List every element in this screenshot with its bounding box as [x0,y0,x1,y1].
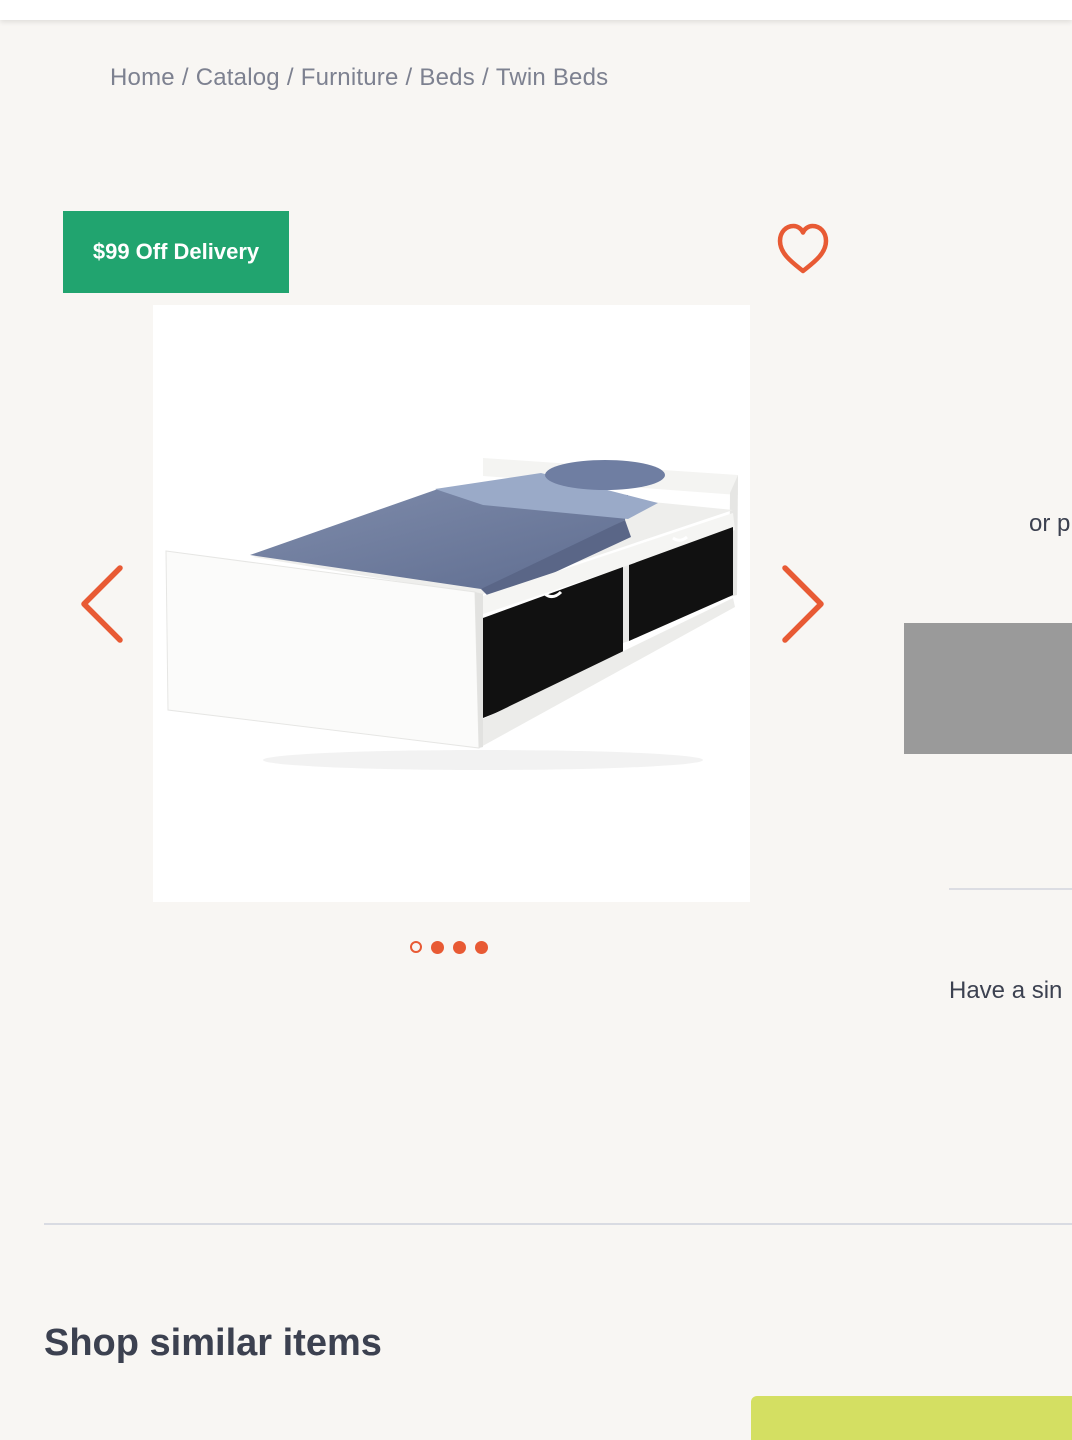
favorite-button[interactable] [772,218,834,278]
carousel-dot-2[interactable] [431,940,444,954]
breadcrumb-catalog[interactable]: Catalog [196,64,280,91]
side-or-text: or p [1029,510,1071,537]
breadcrumb-beds[interactable]: Beds [419,64,475,91]
product-image[interactable] [153,305,750,902]
carousel-dot-3[interactable] [453,940,466,954]
breadcrumb-separator: / [286,64,294,91]
breadcrumb: Home / Catalog / Furniture / Beds / Twin Beds [110,64,608,92]
promo-badge: $99 Off Delivery [63,211,289,293]
breadcrumb-separator: / [181,64,189,91]
chevron-right-icon [782,565,824,643]
product-page: Home / Catalog / Furniture / Beds / Twin Beds $9… [0,0,1072,1440]
similar-item-card[interactable] [751,1396,1072,1440]
carousel-pagination [410,938,488,956]
header-bar-edge [0,0,1072,20]
twin-bed-illustration [165,458,738,770]
breadcrumb-twin-beds[interactable]: Twin Beds [496,64,609,91]
carousel-prev-button[interactable] [73,562,133,646]
breadcrumb-furniture[interactable]: Furniture [301,64,399,91]
side-button-placeholder[interactable] [904,623,1072,754]
heart-outline-icon [777,223,829,274]
carousel-dot-4[interactable] [475,940,488,954]
carousel-dot-1[interactable] [410,941,422,953]
section-divider [44,1223,1072,1225]
side-divider [949,888,1072,890]
chevron-left-icon [81,565,123,643]
similar-items-title: Shop similar items [44,1322,382,1364]
breadcrumb-home[interactable]: Home [110,64,175,91]
breadcrumb-separator: / [481,64,489,91]
side-have-text: Have a sin [949,977,1063,1004]
breadcrumb-separator: / [405,64,413,91]
carousel-next-button[interactable] [772,562,832,646]
